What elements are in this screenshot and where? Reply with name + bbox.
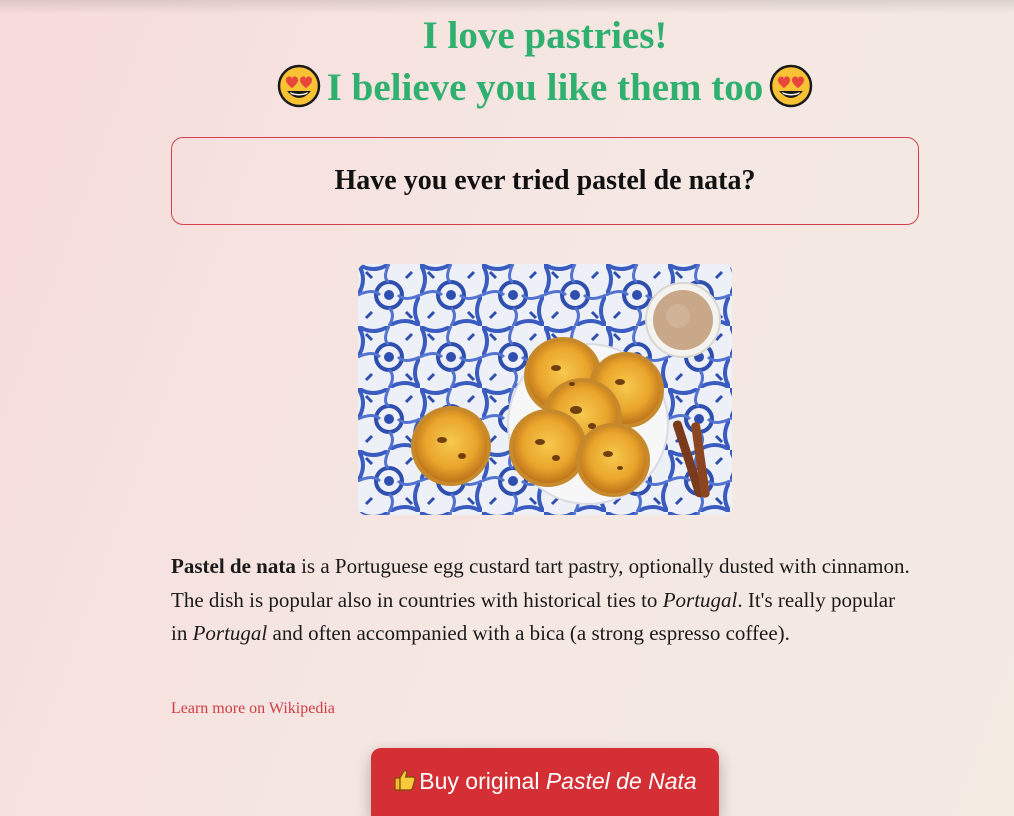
thumbs-up-icon (394, 770, 416, 791)
heart-eyes-emoji-icon (277, 64, 320, 108)
pastry-illustration (358, 264, 732, 515)
buy-button[interactable]: Buy original Pastel de Nata (371, 748, 719, 816)
buy-button-prefix: Buy original (419, 768, 546, 794)
description-text-3: and often accompanied with a bica (a str… (267, 621, 790, 645)
page-title: I love pastries! I believe you like them… (0, 10, 1014, 114)
question-card: Have you ever tried pastel de nata? (171, 137, 919, 225)
heart-eyes-emoji-icon (770, 64, 813, 108)
question-heading: Have you ever tried pastel de nata? (334, 165, 756, 196)
buy-button-product: Pastel de Nata (545, 768, 697, 794)
description-italic-1: Portugal (662, 587, 738, 612)
description-italic-2: Portugal (192, 621, 268, 645)
pastel-de-nata-photo (358, 264, 732, 515)
wikipedia-link[interactable]: Learn more on Wikipedia (171, 700, 335, 718)
title-line-1: I love pastries! (422, 14, 668, 57)
description-term: Pastel de nata (171, 554, 296, 578)
title-line-2-text: I believe you like them too (326, 66, 764, 109)
description-paragraph: Pastel de nata is a Portuguese egg custa… (171, 550, 911, 651)
title-line-2: I believe you like them too (0, 62, 1014, 114)
